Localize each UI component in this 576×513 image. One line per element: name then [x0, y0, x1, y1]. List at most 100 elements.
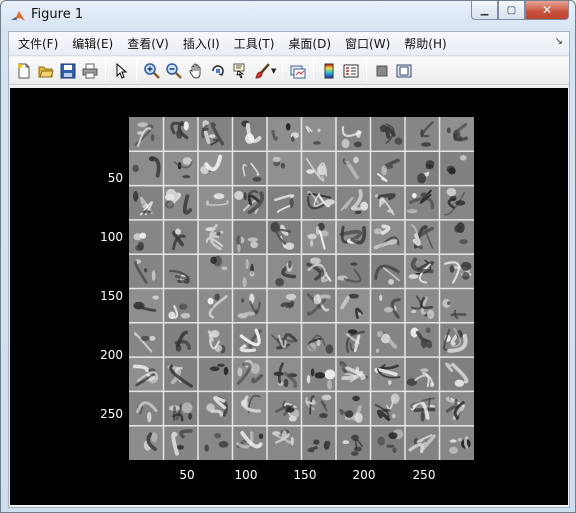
filter-patch: [267, 322, 302, 358]
filter-patch: [267, 425, 302, 460]
maximize-button[interactable]: ▢: [498, 1, 525, 20]
toolbar-separator: [313, 60, 315, 81]
filter-patch: [163, 185, 198, 220]
filter-patch: [267, 288, 302, 323]
toolbar-separator: [366, 60, 368, 81]
brush-icon: [255, 62, 270, 79]
show-plot-tools-button[interactable]: [394, 61, 414, 81]
filter-patch: [405, 117, 440, 152]
filter-patch: [439, 288, 474, 323]
filter-patch: [405, 185, 440, 220]
filter-patch: [301, 117, 336, 152]
menu-view[interactable]: 查看(V): [120, 33, 176, 55]
filter-patch: [301, 254, 336, 289]
filter-patch: [301, 357, 336, 392]
filter-patch: [301, 322, 336, 358]
colorbar-button[interactable]: [319, 61, 339, 81]
pan-button[interactable]: [186, 61, 206, 81]
filter-patch: [232, 425, 267, 460]
colorbar-icon: [324, 63, 334, 78]
filter-patch: [370, 288, 405, 323]
pointer-icon: [116, 62, 128, 79]
filter-patch: [232, 288, 267, 323]
menu-window[interactable]: 窗口(W): [338, 33, 397, 55]
menu-help[interactable]: 帮助(H): [397, 33, 453, 55]
filter-patch: [232, 117, 267, 152]
zoom-in-icon: [144, 62, 160, 79]
hide-plot-tools-button[interactable]: [372, 61, 392, 81]
filter-patch: [336, 322, 371, 358]
open-file-button[interactable]: [36, 61, 56, 81]
filter-patch: [301, 219, 336, 255]
filter-patch: [267, 254, 302, 289]
filter-patch: [232, 219, 267, 255]
y-tick-label: 250: [100, 407, 123, 421]
legend-button[interactable]: [341, 61, 361, 81]
filter-patch: [370, 185, 405, 220]
filter-patch: [198, 357, 233, 392]
menu-tools[interactable]: 工具(T): [227, 33, 282, 55]
brush-dropdown-icon[interactable]: ▼: [271, 67, 276, 75]
filter-patch: [198, 425, 233, 460]
minimize-button[interactable]: ▁: [471, 1, 498, 20]
filter-patch: [439, 117, 474, 152]
menu-edit[interactable]: 编辑(E): [65, 33, 120, 55]
filter-patch: [439, 357, 474, 392]
menu-file[interactable]: 文件(F): [11, 33, 65, 55]
new-figure-button[interactable]: [14, 61, 34, 81]
filter-patch: [405, 357, 440, 392]
open-file-icon: [38, 66, 54, 77]
filter-patch: [405, 425, 440, 460]
zoom-in-button[interactable]: [142, 61, 162, 81]
figure-toolbar: ▼: [9, 57, 569, 85]
menu-desktop[interactable]: 桌面(D): [281, 33, 338, 55]
link-plot-icon: [290, 65, 306, 78]
link-plot-button[interactable]: [288, 61, 308, 81]
close-button[interactable]: ✕: [525, 1, 569, 20]
filter-patch: [301, 425, 336, 460]
image-axes[interactable]: [129, 117, 474, 460]
maximize-icon: ▢: [506, 4, 517, 16]
figure-canvas[interactable]: 50 100 150 200 250 50 100 150 200 250: [10, 88, 568, 505]
filter-patch: [129, 288, 164, 323]
save-icon: [60, 63, 76, 78]
print-button[interactable]: [80, 61, 100, 81]
zoom-out-button[interactable]: [164, 61, 184, 81]
filter-patch: [301, 185, 336, 220]
pointer-button[interactable]: [111, 61, 131, 81]
title-bar[interactable]: Figure 1 ▁ ▢ ✕: [1, 1, 575, 31]
filter-patch: [439, 322, 474, 358]
filter-patch: [232, 322, 267, 358]
zoom-out-icon: [166, 62, 182, 79]
window-controls: ▁ ▢ ✕: [471, 1, 569, 21]
filter-patch: [370, 322, 405, 358]
filter-patch: [232, 151, 267, 186]
filter-patch: [198, 151, 233, 186]
y-tick-label: 200: [100, 348, 123, 362]
filter-patch: [129, 219, 164, 255]
filter-patch: [267, 391, 302, 426]
close-icon: ✕: [541, 3, 553, 17]
filter-patch: [439, 185, 474, 220]
pan-icon: [189, 63, 201, 78]
filter-patch: [439, 151, 474, 186]
filter-patch: [301, 391, 336, 426]
menu-bar: 文件(F) 编辑(E) 查看(V) 插入(I) 工具(T) 桌面(D) 窗口(W…: [9, 32, 569, 56]
filter-patch: [267, 219, 302, 255]
data-cursor-button[interactable]: [230, 61, 250, 81]
dock-arrow-icon[interactable]: ↘: [555, 36, 563, 47]
save-button[interactable]: [58, 61, 78, 81]
filter-grid-image: [129, 117, 474, 460]
filter-patch: [336, 254, 371, 289]
filter-patch: [370, 254, 405, 289]
brush-button[interactable]: [252, 61, 272, 81]
filter-patch: [336, 185, 371, 220]
filter-patch: [198, 391, 233, 426]
filter-patch: [405, 254, 440, 289]
menu-insert[interactable]: 插入(I): [176, 33, 227, 55]
rotate-3d-button[interactable]: [208, 61, 228, 81]
rotate-3d-icon: [212, 64, 224, 76]
filter-patch: [405, 391, 440, 426]
filter-patch: [232, 391, 267, 426]
filter-patch: [301, 288, 336, 323]
